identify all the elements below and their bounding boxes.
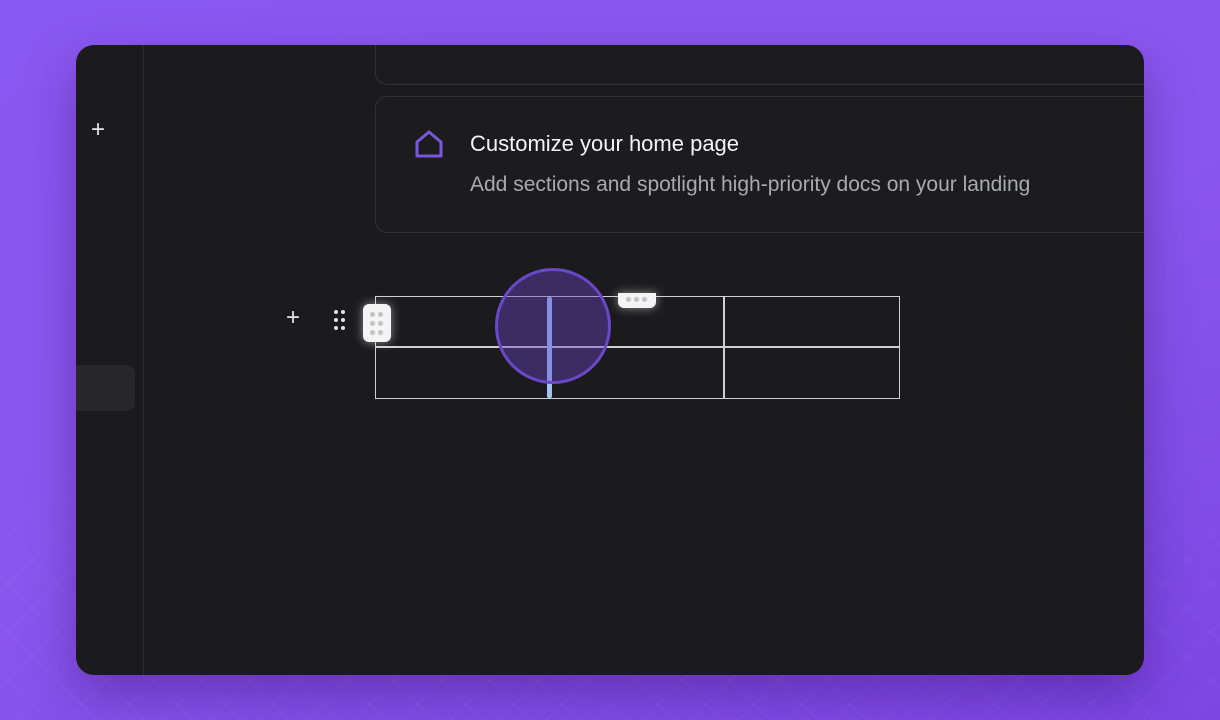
drag-handle-icon[interactable]	[334, 310, 346, 330]
customize-home-card[interactable]: Customize your home page Add sections an…	[375, 96, 1144, 233]
previous-card[interactable]	[375, 45, 1144, 85]
add-block-button[interactable]: +	[282, 306, 304, 330]
table-cell[interactable]	[725, 348, 899, 398]
column-options-icon[interactable]	[618, 293, 656, 308]
table-cell[interactable]	[725, 297, 899, 346]
table-block[interactable]	[375, 296, 900, 399]
card-title: Customize your home page	[470, 131, 740, 156]
app-window: + Customize your home page Add sections …	[76, 45, 1144, 675]
home-icon	[415, 130, 443, 158]
cursor-highlight	[495, 268, 611, 384]
sidebar-selected-item[interactable]	[76, 365, 135, 411]
sidebar: +	[76, 45, 144, 675]
row-grip-icon[interactable]	[363, 304, 391, 342]
card-description: Add sections and spotlight high-priority…	[470, 173, 1031, 196]
sidebar-add-button[interactable]: +	[87, 118, 109, 142]
